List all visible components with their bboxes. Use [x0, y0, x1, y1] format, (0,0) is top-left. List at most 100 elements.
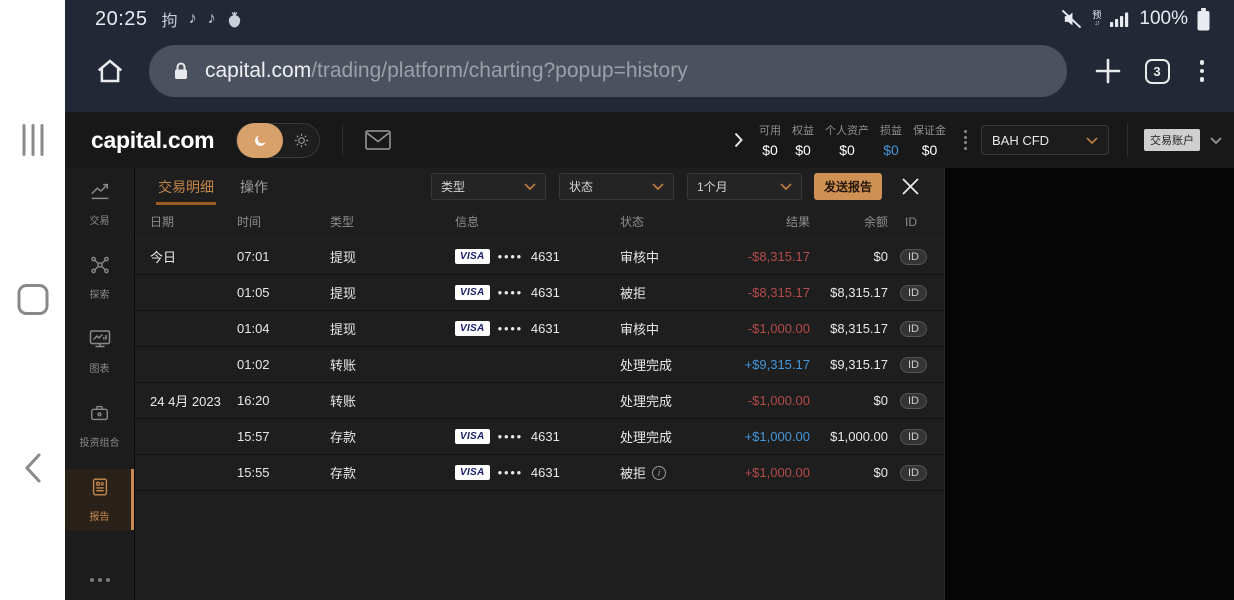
id-badge[interactable]: ID — [900, 465, 927, 481]
charts-icon — [88, 328, 112, 355]
stat-equity: 权益 $0 — [792, 122, 814, 158]
home-button[interactable] — [17, 284, 48, 315]
id-badge[interactable]: ID — [900, 249, 927, 265]
music-note-icon: ♪ — [189, 10, 197, 28]
cell-id: ID — [888, 284, 944, 301]
cell-status-text: 处理完成 — [620, 355, 672, 374]
cell-id: ID — [888, 428, 944, 445]
table-row[interactable]: 15:57 存款 VISA ●●●● 4631 处理完成 +$1,000.00 … — [135, 419, 944, 455]
sidebar-item-label: 交易 — [90, 212, 110, 227]
cell-type: 提现 — [330, 319, 455, 338]
new-tab-button[interactable] — [1093, 56, 1123, 86]
screen: 20:25 拘 ♪ ♪ 预 ↓↑ 100% — [0, 0, 1234, 600]
visa-badge: VISA — [455, 285, 490, 300]
content: 交易 探索 图表 — [65, 168, 1234, 600]
id-badge[interactable]: ID — [900, 321, 927, 337]
site-header: capital.com — [65, 112, 1234, 168]
sidebar-item-charts[interactable]: 图表 — [65, 321, 134, 382]
tab-counter-button[interactable]: 3 — [1145, 59, 1170, 84]
card-mask-dots: ●●●● — [498, 324, 523, 333]
browser-menu-button[interactable] — [1194, 58, 1211, 84]
id-badge[interactable]: ID — [900, 393, 927, 409]
sidebar-item-trade[interactable]: 交易 — [65, 173, 134, 234]
table-row[interactable]: 15:55 存款 VISA ●●●● 4631 被拒 i +$1,000.00 … — [135, 455, 944, 491]
sidebar-item-reports[interactable]: 报告 — [65, 469, 134, 530]
expand-stats-button[interactable] — [724, 132, 753, 148]
stat-assets: 个人资产 $0 — [825, 122, 869, 158]
light-mode-option[interactable] — [283, 132, 319, 149]
cell-type: 存款 — [330, 463, 455, 482]
messages-button[interactable] — [365, 130, 391, 150]
cell-status: 处理完成 — [620, 355, 715, 374]
cell-balance: $1,000.00 — [810, 429, 888, 444]
instrument-select[interactable]: BAH CFD — [981, 125, 1109, 155]
recents-button[interactable] — [22, 124, 43, 156]
table-row[interactable]: 24 4月 2023 16:20 转账 处理完成 -$1,000.00 $0 I… — [135, 383, 944, 419]
webpage: capital.com — [65, 112, 1234, 600]
cell-status: 被拒 — [620, 283, 715, 302]
sidebar-item-explore[interactable]: 探索 — [65, 247, 134, 308]
id-badge[interactable]: ID — [900, 429, 927, 445]
divider — [342, 125, 343, 155]
cell-type: 转账 — [330, 355, 455, 374]
cell-status-text: 被拒 — [620, 283, 646, 302]
cell-time: 01:05 — [237, 285, 330, 300]
cell-balance: $8,315.17 — [810, 321, 888, 336]
sidebar-item-label: 报告 — [90, 508, 110, 523]
account-menu-button[interactable] — [1210, 137, 1222, 144]
dark-mode-option[interactable] — [237, 123, 283, 158]
cell-result: +$1,000.00 — [715, 429, 810, 444]
chevron-down-icon — [1210, 137, 1222, 144]
cell-balance: $9,315.17 — [810, 357, 888, 372]
visa-badge: VISA — [455, 249, 490, 264]
cell-status-text: 审核中 — [620, 247, 659, 266]
chevron-down-icon — [780, 183, 792, 190]
strawberry-icon — [227, 11, 242, 28]
sidebar-more-button[interactable] — [65, 578, 134, 582]
chevron-down-icon — [652, 183, 664, 190]
card-mask-dots: ●●●● — [498, 432, 523, 441]
chart-backdrop — [945, 168, 1234, 600]
drag-handle-icon[interactable] — [964, 130, 967, 150]
cell-status: 被拒 i — [620, 463, 715, 482]
card-mask-dots: ●●●● — [498, 252, 523, 261]
table-header: 日期 时间 类型 信息 状态 结果 余额 ID — [135, 205, 944, 239]
cell-id: ID — [888, 320, 944, 337]
period-filter-dropdown[interactable]: 1个月 — [687, 173, 802, 200]
url-host: capital.com — [205, 59, 311, 82]
address-bar[interactable]: capital.com/trading/platform/charting?po… — [149, 45, 1067, 97]
table-row[interactable]: 01:02 转账 处理完成 +$9,315.17 $9,315.17 ID — [135, 347, 944, 383]
table-row[interactable]: 01:04 提现 VISA ●●●● 4631 审核中 -$1,000.00 $… — [135, 311, 944, 347]
info-icon[interactable]: i — [652, 466, 666, 480]
sidebar-item-portfolio[interactable]: 投资组合 — [65, 395, 134, 456]
card-last4: 4631 — [531, 321, 560, 336]
table-row[interactable]: 01:05 提现 VISA ●●●● 4631 被拒 -$8,315.17 $8… — [135, 275, 944, 311]
divider — [1127, 123, 1128, 157]
type-filter-dropdown[interactable]: 类型 — [431, 173, 546, 200]
tab-transactions[interactable]: 交易明细 — [158, 168, 214, 205]
close-panel-button[interactable] — [899, 175, 922, 198]
cell-status-text: 被拒 — [620, 463, 646, 482]
sun-icon — [293, 132, 310, 149]
cell-time: 07:01 — [237, 249, 330, 264]
theme-toggle[interactable] — [236, 123, 320, 158]
url-text: capital.com/trading/platform/charting?po… — [205, 59, 688, 83]
app-sidebar: 交易 探索 图表 — [65, 168, 135, 600]
signal-icon — [1110, 11, 1130, 27]
android-nav-rail — [0, 0, 65, 600]
table-row[interactable]: 今日 07:01 提现 VISA ●●●● 4631 审核中 -$8,315.1… — [135, 239, 944, 275]
cell-info: VISA ●●●● 4631 — [455, 285, 620, 300]
capital-logo: capital.com — [91, 127, 214, 154]
tab-operations[interactable]: 操作 — [240, 168, 268, 205]
browser-home-button[interactable] — [95, 57, 125, 85]
id-badge[interactable]: ID — [900, 285, 927, 301]
send-report-button[interactable]: 发送报告 — [814, 173, 882, 200]
chevron-down-icon — [524, 183, 536, 190]
explore-icon — [89, 254, 111, 281]
back-button[interactable] — [23, 452, 43, 489]
id-badge[interactable]: ID — [900, 357, 927, 373]
trade-icon — [89, 180, 111, 207]
filter-group: 类型 状态 1个月 发送报告 — [418, 173, 928, 200]
status-filter-dropdown[interactable]: 状态 — [559, 173, 674, 200]
portfolio-icon — [88, 402, 111, 429]
